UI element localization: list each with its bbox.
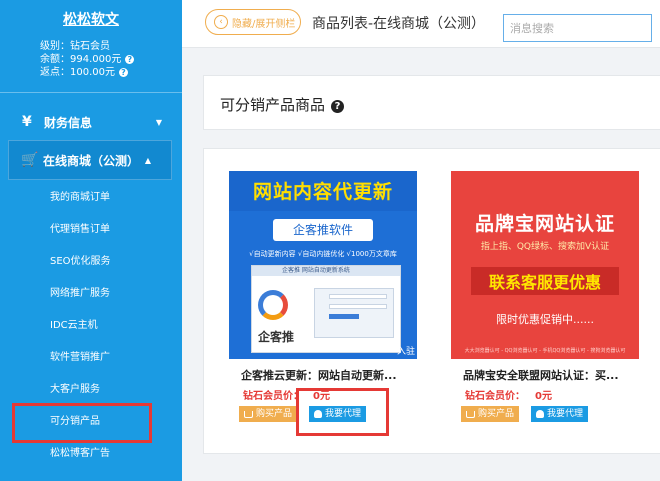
section-header: 可分销产品商品?: [203, 75, 660, 130]
logo-icon: [258, 290, 288, 320]
cart-icon: [466, 410, 475, 418]
member-level: 级别：钻石会员: [40, 41, 110, 52]
image-promo: 限时优惠促销中......: [496, 313, 594, 326]
sidebar-item-my-orders[interactable]: 我的商城订单: [0, 182, 182, 214]
sidebar-item-software[interactable]: 软件营销推广: [0, 342, 182, 374]
caret-down-icon: ▼: [155, 117, 162, 127]
menu-online-label: 在线商城（公测）: [43, 153, 140, 168]
topbar: ‹ 隐藏/展开侧栏 商品列表-在线商城（公测）: [182, 0, 660, 48]
sidebar-item-enterprise[interactable]: 大客户服务: [0, 374, 182, 406]
sidebar-item-agent-orders[interactable]: 代理销售订单: [0, 214, 182, 246]
image-subtitle: 指上指、QQ绿标、搜索加V认证: [480, 242, 610, 252]
image-app-title: 企客推 网站自动更新系统: [252, 266, 400, 276]
search-input[interactable]: [503, 14, 652, 42]
section-title: 可分销产品商品: [220, 96, 326, 114]
buy-label: 购买产品: [256, 409, 293, 419]
sidebar-item-seo[interactable]: SEO优化服务: [0, 246, 182, 278]
image-brand: 企客推: [258, 330, 295, 344]
brand-logo[interactable]: 松松软文: [0, 0, 182, 40]
question-icon[interactable]: ?: [125, 55, 135, 64]
image-corner-text: 入驻: [396, 347, 415, 357]
image-screenshot: 企客推 网站自动更新系统 企客推: [251, 265, 401, 353]
product-image[interactable]: 网站内容代更新 企客推软件 √自动更新内容 √自动内链优化 √1000万文章库 …: [229, 171, 417, 359]
cart-icon: [244, 410, 253, 418]
rebate-value: 返点：100.00元: [40, 67, 115, 78]
price-label: 钻石会员价：: [465, 391, 525, 402]
product-actions: 购买产品 我要代理: [451, 406, 641, 422]
price-value: 0元: [535, 391, 552, 402]
image-banner: 网站内容代更新: [229, 171, 417, 211]
buy-product-button[interactable]: 购买产品: [461, 406, 520, 422]
image-tag: 企客推软件: [273, 219, 373, 241]
image-login-form: [314, 288, 394, 338]
buy-product-button[interactable]: 购买产品: [239, 406, 298, 422]
arrow-left-icon: ‹: [214, 15, 228, 29]
product-image[interactable]: 品牌宝网站认证 指上指、QQ绿标、搜索加V认证 联系客服更优惠 限时优惠促销中.…: [451, 171, 639, 359]
caret-up-icon: ▲: [144, 155, 151, 165]
product-name[interactable]: 品牌宝安全联盟网站认证：买...: [451, 367, 641, 383]
sidebar-divider: [0, 92, 182, 93]
help-icon[interactable]: ?: [331, 100, 345, 113]
page-title: 商品列表-在线商城（公测）: [312, 16, 486, 32]
menu-online-mall[interactable]: 🛒 在线商城（公测） ▲: [8, 140, 172, 180]
toggle-sidebar-label: 隐藏/展开侧栏: [232, 18, 296, 30]
become-agent-button[interactable]: 我要代理: [531, 406, 589, 422]
menu-finance[interactable]: ¥ 财务信息 ▼: [0, 102, 182, 142]
image-footer: 大大浏览器认可 - QQ浏览器认可 - 手机QQ浏览器认可 - 搜狗浏览器认可: [464, 348, 626, 354]
user-icon: [536, 410, 545, 418]
cart-icon: 🛒: [21, 152, 39, 168]
yen-icon: ¥: [22, 114, 32, 130]
price-label: 钻石会员价：: [243, 391, 303, 402]
question-icon[interactable]: ?: [119, 68, 128, 77]
product-name[interactable]: 企客推云更新：网站自动更新...: [229, 367, 419, 383]
product-card: 网站内容代更新 企客推软件 √自动更新内容 √自动内链优化 √1000万文章库 …: [229, 171, 419, 422]
sidebar-item-promotion[interactable]: 网络推广服务: [0, 278, 182, 310]
image-cta: 联系客服更优惠: [471, 267, 619, 295]
balance-value: 余额：994.000元: [40, 54, 122, 65]
product-price: 钻石会员价： 0元: [451, 387, 641, 402]
account-info: 级别：钻石会员 余额：994.000元? 返点：100.00元?: [0, 40, 182, 80]
buy-label: 购买产品: [478, 409, 515, 419]
sidebar-item-idc[interactable]: IDC云主机: [0, 310, 182, 342]
agent-label: 我要代理: [547, 409, 584, 419]
image-title: 品牌宝网站认证: [474, 213, 615, 235]
highlight-distribution: [12, 403, 152, 443]
menu-finance-label: 财务信息: [44, 115, 93, 130]
toggle-sidebar-button[interactable]: ‹ 隐藏/展开侧栏: [205, 9, 301, 35]
product-card: 品牌宝网站认证 指上指、QQ绿标、搜索加V认证 联系客服更优惠 限时优惠促销中.…: [451, 171, 641, 422]
highlight-agent-button: [296, 388, 389, 436]
product-grid: 网站内容代更新 企客推软件 √自动更新内容 √自动内链优化 √1000万文章库 …: [203, 148, 660, 454]
image-tagline: √自动更新内容 √自动内链优化 √1000万文章库: [249, 250, 397, 258]
